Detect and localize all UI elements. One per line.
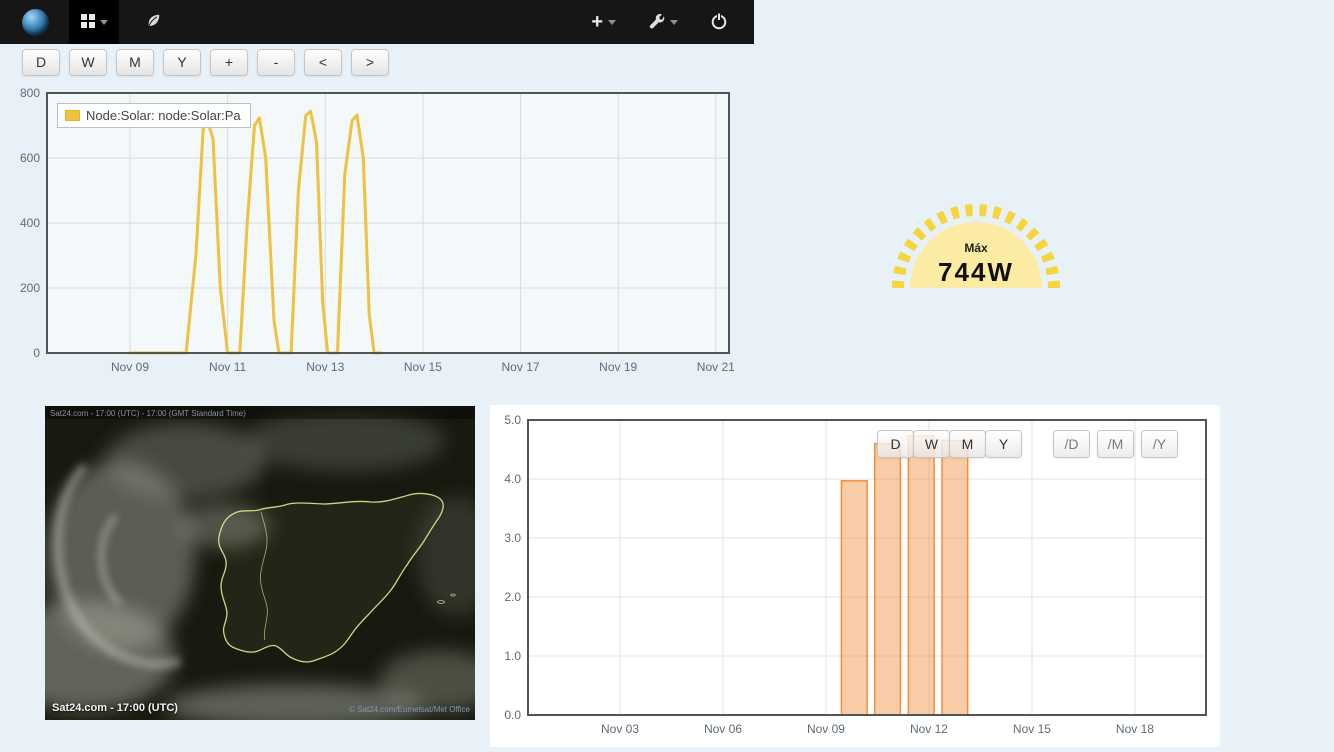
logout-power-button[interactable]	[710, 12, 728, 33]
caret-down-icon	[608, 20, 616, 25]
svg-text:Nov 15: Nov 15	[404, 360, 442, 374]
caret-down-icon	[670, 20, 678, 25]
svg-text:400: 400	[20, 216, 40, 230]
solar-max-gauge: Máx 744W	[886, 196, 1066, 296]
svg-text:Nov 18: Nov 18	[1116, 722, 1154, 736]
svg-text:0.0: 0.0	[504, 708, 521, 722]
legend-swatch	[65, 110, 80, 121]
solar-power-graph[interactable]: Nov 09 Nov 11 Nov 13 Nov 15 Nov 17 Nov 19 Nov …	[10, 88, 740, 380]
setup-wrench-button[interactable]	[648, 12, 678, 32]
leaf-icon	[145, 13, 162, 32]
gauge-value: 744W	[938, 257, 1014, 287]
svg-text:Nov 03: Nov 03	[601, 722, 639, 736]
gauge-label: Máx	[964, 241, 988, 255]
satellite-image: Sat24.com - 17:00 (UTC) - 17:00 (GMT Sta…	[45, 406, 475, 720]
bar-range-day-button[interactable]: D	[877, 430, 914, 458]
range-month-button[interactable]: M	[116, 49, 154, 76]
bar-interval-month-button[interactable]: /M	[1097, 430, 1134, 458]
svg-text:2.0: 2.0	[504, 590, 521, 604]
grid-icon	[81, 14, 95, 31]
svg-text:800: 800	[20, 88, 40, 100]
zoom-out-button[interactable]: -	[257, 49, 295, 76]
svg-text:Nov 17: Nov 17	[502, 360, 540, 374]
graph-range-toolbar: D W M Y + - < >	[22, 49, 389, 76]
svg-text:Nov 12: Nov 12	[910, 722, 948, 736]
bar-range-month-button[interactable]: M	[949, 430, 986, 458]
bar-range-week-button[interactable]: W	[913, 430, 950, 458]
svg-text:Nov 13: Nov 13	[306, 360, 344, 374]
bar-range-year-button[interactable]: Y	[985, 430, 1022, 458]
range-day-button[interactable]: D	[22, 49, 60, 76]
svg-text:Nov 15: Nov 15	[1013, 722, 1051, 736]
svg-text:600: 600	[20, 151, 40, 165]
chart-legend: Node:Solar: node:Solar:Pa	[57, 103, 251, 128]
kwh-bar-panel: Nov 03 Nov 06 Nov 09 Nov 12 Nov 15 Nov 18 0.0 1…	[490, 405, 1220, 747]
pan-right-button[interactable]: >	[351, 49, 389, 76]
satellite-copyright: © Sat24.com/Eumetsat/Met Office	[349, 705, 470, 714]
svg-text:Nov 21: Nov 21	[697, 360, 735, 374]
emoncms-logo-icon[interactable]	[22, 9, 49, 36]
svg-text:3.0: 3.0	[504, 531, 521, 545]
svg-text:Nov 11: Nov 11	[209, 360, 246, 374]
zoom-in-button[interactable]: +	[210, 49, 248, 76]
svg-text:Nov 06: Nov 06	[704, 722, 742, 736]
plus-icon: +	[591, 12, 603, 32]
satellite-timestamp: Sat24.com - 17:00 (UTC)	[52, 702, 178, 714]
svg-text:5.0: 5.0	[504, 413, 521, 427]
wrench-icon	[648, 12, 665, 32]
navbar-right-group: +	[591, 12, 754, 33]
add-widget-button[interactable]: +	[591, 12, 616, 32]
bar-interval-group: /D /M /Y	[1053, 430, 1178, 458]
svg-text:4.0: 4.0	[504, 472, 521, 486]
range-week-button[interactable]: W	[69, 49, 107, 76]
bar-interval-day-button[interactable]: /D	[1053, 430, 1090, 458]
caret-down-icon	[100, 20, 108, 25]
svg-text:1.0: 1.0	[504, 649, 521, 663]
legend-label: Node:Solar: node:Solar:Pa	[86, 108, 241, 123]
bar-range-group: D W M Y	[877, 430, 1021, 458]
pan-left-button[interactable]: <	[304, 49, 342, 76]
feeds-leaf-button[interactable]	[145, 13, 162, 32]
navbar: +	[0, 0, 754, 44]
power-icon	[710, 12, 728, 33]
range-year-button[interactable]: Y	[163, 49, 201, 76]
svg-text:Nov 19: Nov 19	[599, 360, 637, 374]
bar-interval-year-button[interactable]: /Y	[1141, 430, 1178, 458]
solar-line-chart[interactable]: Nov 09 Nov 11 Nov 13 Nov 15 Nov 17 Nov 19 Nov …	[10, 88, 740, 380]
svg-text:Nov 09: Nov 09	[111, 360, 149, 374]
svg-text:Nov 09: Nov 09	[807, 722, 845, 736]
svg-text:200: 200	[20, 281, 40, 295]
svg-text:0: 0	[33, 346, 40, 360]
satellite-top-caption: Sat24.com - 17:00 (UTC) - 17:00 (GMT Sta…	[50, 409, 246, 418]
apps-menu-button[interactable]	[69, 0, 119, 44]
